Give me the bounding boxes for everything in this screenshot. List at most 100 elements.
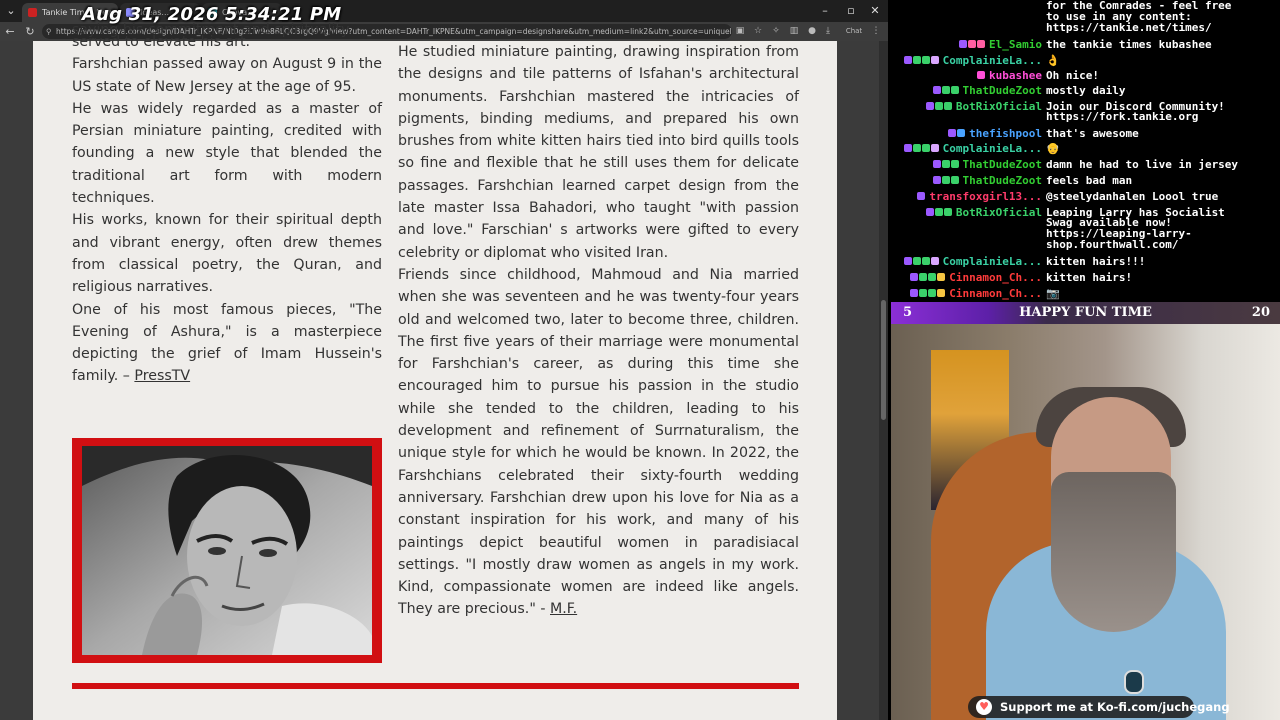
chat-message-text: 👴 — [1046, 142, 1060, 155]
article-paragraph: Friends since childhood, Mahmoud and Nia… — [398, 264, 799, 621]
red-divider — [72, 683, 799, 689]
stream-timestamp: Aug 31, 2026 5:34:21 PM — [82, 4, 342, 25]
mf-link[interactable]: M.F. — [550, 601, 577, 617]
chat-username[interactable]: Cinnamon_Ch... — [949, 286, 1042, 302]
chat-badge-icon — [910, 289, 919, 297]
portrait-photo — [82, 446, 372, 655]
kofi-banner: ♥ Support me at Ko-fi.com/juchegang — [968, 696, 1230, 718]
chat-message-text: the tankie times kubashee — [1046, 38, 1212, 51]
chat-username[interactable]: BotRixOficial — [956, 205, 1042, 221]
chat-badge-icon — [925, 102, 934, 110]
article-right-column: He studied miniature painting, drawing i… — [398, 41, 799, 621]
chat-badges — [903, 56, 940, 66]
chat-badge-icon — [948, 129, 957, 137]
chat-badge-icon — [977, 40, 986, 48]
browser-window: Tankie Times News... Ideas... Canva... ⌄… — [0, 0, 888, 720]
chat-badge-icon — [941, 86, 950, 94]
portrait-illustration — [82, 446, 372, 655]
chat-username[interactable]: ThatDudeZoot — [963, 157, 1042, 173]
chat-badges — [925, 102, 953, 112]
chat-badge-icon — [903, 56, 912, 64]
chat-badge-icon — [932, 86, 941, 94]
chat-username[interactable]: ComplainieLa... — [943, 53, 1042, 69]
chat-badge-icon — [932, 160, 941, 168]
tab-search-icon[interactable]: ⌄ — [4, 0, 18, 22]
chat-badge-icon — [912, 144, 921, 152]
chat-badge-icon — [957, 129, 966, 137]
chat-text: https://fork.tankie.org — [1046, 110, 1199, 123]
chat-badge-icon — [917, 192, 926, 200]
chat-message-text: kitten hairs! — [1046, 271, 1133, 284]
chat-username[interactable]: ComplainieLa... — [943, 141, 1042, 157]
chat-username[interactable]: ThatDudeZoot — [963, 83, 1042, 99]
chat-text: https://tankie.net/times/ — [1046, 21, 1212, 34]
chat-panel: for the Comrades - feel free to use in a… — [888, 0, 1280, 302]
chat-username[interactable]: El_Samio — [989, 37, 1042, 53]
chat-badges — [903, 144, 940, 154]
chat-username[interactable]: transfoxgirl13... — [929, 189, 1042, 205]
chat-message: ThatDudeZoot mostly daily — [888, 83, 1280, 99]
chat-message-text: @steelydanhalen Loool true — [1046, 190, 1219, 203]
chat-message: ComplainieLa... 👌 — [888, 53, 1280, 69]
menu-icon[interactable]: ⋮ — [870, 25, 882, 37]
chat-badges — [948, 129, 966, 139]
tab-favicon-icon — [28, 8, 37, 17]
article-paragraph: His works, known for their spiritual dep… — [72, 212, 382, 296]
chat-badges — [977, 71, 986, 81]
chat-message: El_Samio the tankie times kubashee — [888, 37, 1280, 53]
article-text: Friends since childhood, Mahmoud and Nia… — [398, 266, 799, 618]
chat-message: ComplainieLa... kitten hairs!!! — [888, 254, 1280, 270]
chat-username[interactable]: ThatDudeZoot — [963, 173, 1042, 189]
chat-username[interactable]: kubashee — [989, 68, 1042, 84]
puzzle-icon[interactable]: ✧ — [770, 25, 782, 37]
back-icon[interactable]: ← — [2, 22, 18, 41]
chat-badge-icon — [925, 208, 934, 216]
chat-badge-icon — [977, 71, 986, 79]
chat-message: Cinnamon_Ch... kitten hairs! — [888, 270, 1280, 286]
chat-badge-icon — [903, 144, 912, 152]
chat-message-text: that's awesome — [1046, 127, 1139, 140]
refresh-icon[interactable]: ↻ — [22, 22, 38, 41]
chat-username[interactable]: Cinnamon_Ch... — [949, 270, 1042, 286]
chat-badge-icon — [968, 40, 977, 48]
extension-icon[interactable]: ▣ — [734, 25, 746, 37]
chat-message: ThatDudeZoot feels bad man — [888, 173, 1280, 189]
kofi-cup-icon: ♥ — [976, 699, 992, 715]
chat-badge-icon — [950, 176, 959, 184]
happy-right-count: 20 — [1251, 305, 1270, 320]
chat-badges — [910, 273, 946, 283]
chat-username[interactable]: thefishpool — [969, 126, 1042, 142]
webcam-feed — [891, 302, 1280, 720]
chat-badge-icon — [921, 144, 930, 152]
chat-badge-icon — [932, 176, 941, 184]
chat-message: ComplainieLa... 👴 — [888, 141, 1280, 157]
chat-message-text: feels bad man — [1046, 174, 1133, 187]
minimize-icon[interactable]: – — [812, 0, 838, 22]
chat-badge-icon — [950, 86, 959, 94]
chat-badge-icon — [910, 273, 919, 281]
chat-badge-icon — [937, 289, 946, 297]
chat-badge-icon — [912, 257, 921, 265]
article-paragraph: He was widely regarded as a master of Pe… — [72, 100, 382, 207]
presstv-link[interactable]: PressTV — [134, 368, 190, 384]
split-view-icon[interactable]: ▥ — [788, 25, 800, 37]
chat-badges — [925, 208, 953, 218]
chat-badge-icon — [928, 289, 937, 297]
maximize-icon[interactable]: ▫ — [838, 0, 864, 22]
chat-username[interactable]: BotRixOficial — [956, 99, 1042, 115]
download-icon[interactable]: ⤓ — [822, 25, 834, 37]
article-paragraph: One of his most famous pieces, "The Even… — [72, 299, 382, 388]
star-icon[interactable]: ☆ — [752, 25, 764, 37]
chat-username[interactable]: ComplainieLa... — [943, 254, 1042, 270]
chat-badge-icon — [959, 40, 968, 48]
site-info-icon[interactable]: ⚲ — [46, 24, 52, 39]
chat-message: transfoxgirl13... @steelydanhalen Loool t… — [888, 189, 1280, 205]
chat-badge-icon — [937, 273, 946, 281]
chat-text: shop.fourthwall.com/ — [1046, 238, 1179, 251]
profile-icon[interactable]: ● — [806, 25, 818, 37]
scrollbar-thumb[interactable] — [881, 300, 886, 420]
chat-button[interactable]: Chat — [840, 25, 868, 37]
chat-badges — [917, 192, 926, 202]
close-window-icon[interactable]: ✕ — [862, 0, 888, 22]
pendant — [1124, 670, 1144, 694]
